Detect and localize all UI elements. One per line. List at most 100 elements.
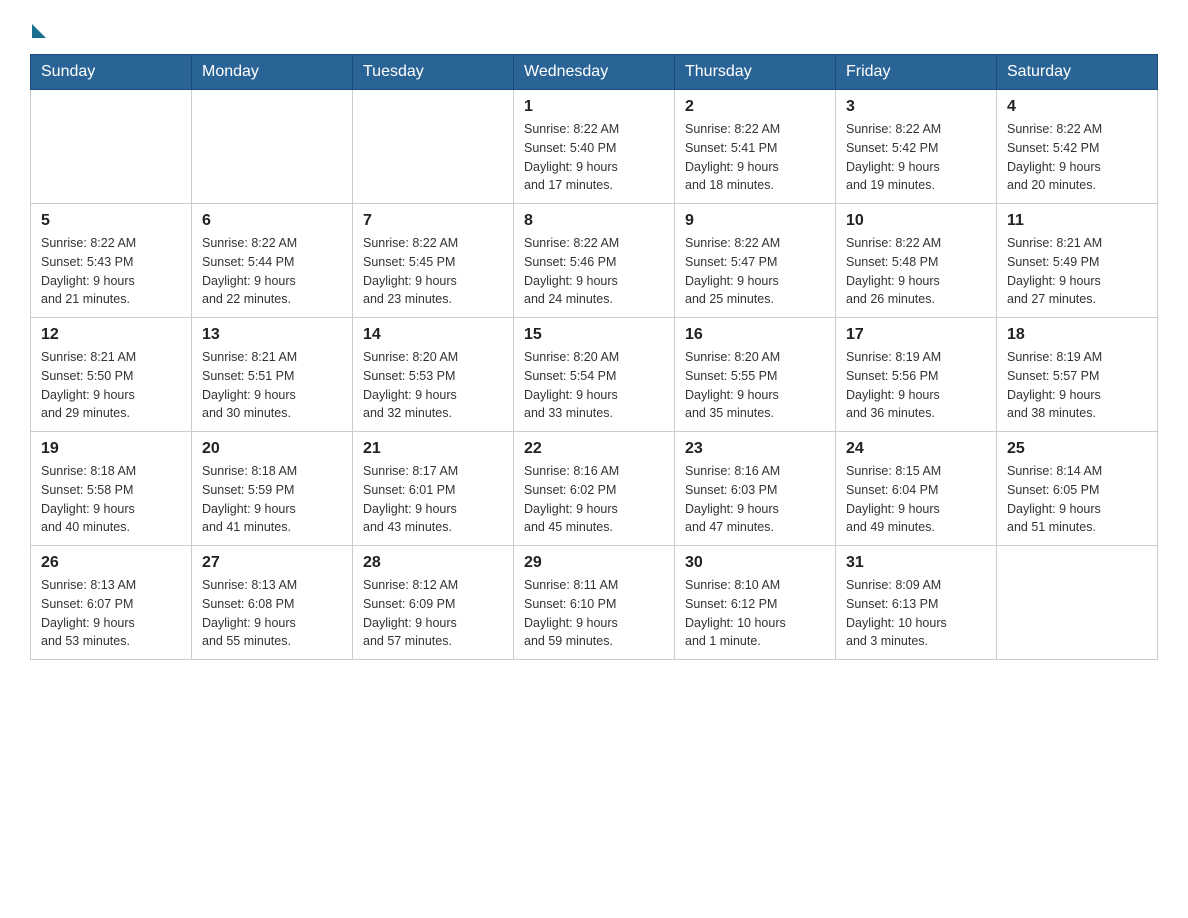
calendar-header-row: SundayMondayTuesdayWednesdayThursdayFrid… <box>31 55 1158 90</box>
calendar-cell: 19Sunrise: 8:18 AM Sunset: 5:58 PM Dayli… <box>31 432 192 546</box>
day-info: Sunrise: 8:22 AM Sunset: 5:45 PM Dayligh… <box>363 234 503 309</box>
calendar-cell: 11 Sunrise: 8:21 AM Sunset: 5:49 PM Dayli… <box>997 204 1158 318</box>
calendar-cell <box>353 90 514 204</box>
day-info: Sunrise: 8:18 AM Sunset: 5:59 PM Dayligh… <box>202 462 342 537</box>
day-number: 18 <box>1007 326 1147 344</box>
day-number: 3 <box>846 98 986 116</box>
day-number: 7 <box>363 212 503 230</box>
page-header <box>30 20 1158 34</box>
day-info: Sunrise: 8:13 AM Sunset: 6:07 PM Dayligh… <box>41 576 181 651</box>
calendar-cell: 23 Sunrise: 8:16 AM Sunset: 6:03 PM Dayli… <box>675 432 836 546</box>
weekday-header-tuesday: Tuesday <box>353 55 514 90</box>
day-info: Sunrise: 8:21 AM Sunset: 5:51 PM Dayligh… <box>202 348 342 423</box>
day-info: Sunrise: 8:19 AM Sunset: 5:56 PM Dayligh… <box>846 348 986 423</box>
day-number: 10 <box>846 212 986 230</box>
calendar-table: SundayMondayTuesdayWednesdayThursdayFrid… <box>30 54 1158 660</box>
day-info: Sunrise: 8:22 AM Sunset: 5:44 PM Dayligh… <box>202 234 342 309</box>
day-number: 14 <box>363 326 503 344</box>
weekday-header-friday: Friday <box>836 55 997 90</box>
day-info: Sunrise: 8:16 AM Sunset: 6:02 PM Dayligh… <box>524 462 664 537</box>
calendar-cell: 12Sunrise: 8:21 AM Sunset: 5:50 PM Dayli… <box>31 318 192 432</box>
calendar-cell: 16 Sunrise: 8:20 AM Sunset: 5:55 PM Dayli… <box>675 318 836 432</box>
day-number: 28 <box>363 554 503 572</box>
day-info: Sunrise: 8:11 AM Sunset: 6:10 PM Dayligh… <box>524 576 664 651</box>
calendar-cell: 14 Sunrise: 8:20 AM Sunset: 5:53 PM Dayli… <box>353 318 514 432</box>
day-number: 20 <box>202 440 342 458</box>
calendar-cell: 20 Sunrise: 8:18 AM Sunset: 5:59 PM Dayli… <box>192 432 353 546</box>
calendar-week-row: 1Sunrise: 8:22 AM Sunset: 5:40 PM Daylig… <box>31 90 1158 204</box>
day-info: Sunrise: 8:22 AM Sunset: 5:42 PM Dayligh… <box>846 120 986 195</box>
calendar-cell: 8 Sunrise: 8:22 AM Sunset: 5:46 PM Daylig… <box>514 204 675 318</box>
weekday-header-sunday: Sunday <box>31 55 192 90</box>
calendar-cell: 21 Sunrise: 8:17 AM Sunset: 6:01 PM Dayli… <box>353 432 514 546</box>
calendar-cell: 26 Sunrise: 8:13 AM Sunset: 6:07 PM Dayli… <box>31 546 192 660</box>
calendar-cell: 3 Sunrise: 8:22 AM Sunset: 5:42 PM Daylig… <box>836 90 997 204</box>
day-info: Sunrise: 8:17 AM Sunset: 6:01 PM Dayligh… <box>363 462 503 537</box>
calendar-cell <box>31 90 192 204</box>
day-number: 22 <box>524 440 664 458</box>
calendar-cell: 30 Sunrise: 8:10 AM Sunset: 6:12 PM Dayli… <box>675 546 836 660</box>
weekday-header-thursday: Thursday <box>675 55 836 90</box>
day-info: Sunrise: 8:21 AM Sunset: 5:49 PM Dayligh… <box>1007 234 1147 309</box>
calendar-cell: 27 Sunrise: 8:13 AM Sunset: 6:08 PM Dayli… <box>192 546 353 660</box>
calendar-cell: 29Sunrise: 8:11 AM Sunset: 6:10 PM Dayli… <box>514 546 675 660</box>
calendar-cell <box>192 90 353 204</box>
calendar-cell: 18 Sunrise: 8:19 AM Sunset: 5:57 PM Dayli… <box>997 318 1158 432</box>
day-info: Sunrise: 8:19 AM Sunset: 5:57 PM Dayligh… <box>1007 348 1147 423</box>
calendar-cell: 1Sunrise: 8:22 AM Sunset: 5:40 PM Daylig… <box>514 90 675 204</box>
day-number: 19 <box>41 440 181 458</box>
calendar-cell: 5 Sunrise: 8:22 AM Sunset: 5:43 PM Daylig… <box>31 204 192 318</box>
logo-arrow-icon <box>32 24 46 38</box>
day-info: Sunrise: 8:10 AM Sunset: 6:12 PM Dayligh… <box>685 576 825 651</box>
day-number: 6 <box>202 212 342 230</box>
calendar-cell: 25 Sunrise: 8:14 AM Sunset: 6:05 PM Dayli… <box>997 432 1158 546</box>
day-info: Sunrise: 8:12 AM Sunset: 6:09 PM Dayligh… <box>363 576 503 651</box>
weekday-header-wednesday: Wednesday <box>514 55 675 90</box>
calendar-cell: 4 Sunrise: 8:22 AM Sunset: 5:42 PM Daylig… <box>997 90 1158 204</box>
calendar-week-row: 5 Sunrise: 8:22 AM Sunset: 5:43 PM Daylig… <box>31 204 1158 318</box>
day-number: 9 <box>685 212 825 230</box>
calendar-cell: 10 Sunrise: 8:22 AM Sunset: 5:48 PM Dayli… <box>836 204 997 318</box>
logo <box>30 20 46 34</box>
calendar-cell: 2Sunrise: 8:22 AM Sunset: 5:41 PM Daylig… <box>675 90 836 204</box>
day-number: 27 <box>202 554 342 572</box>
calendar-cell: 24Sunrise: 8:15 AM Sunset: 6:04 PM Dayli… <box>836 432 997 546</box>
day-info: Sunrise: 8:09 AM Sunset: 6:13 PM Dayligh… <box>846 576 986 651</box>
calendar-week-row: 26 Sunrise: 8:13 AM Sunset: 6:07 PM Dayli… <box>31 546 1158 660</box>
day-number: 16 <box>685 326 825 344</box>
calendar-cell: 22 Sunrise: 8:16 AM Sunset: 6:02 PM Dayli… <box>514 432 675 546</box>
day-number: 12 <box>41 326 181 344</box>
day-number: 1 <box>524 98 664 116</box>
day-info: Sunrise: 8:22 AM Sunset: 5:46 PM Dayligh… <box>524 234 664 309</box>
calendar-week-row: 19Sunrise: 8:18 AM Sunset: 5:58 PM Dayli… <box>31 432 1158 546</box>
day-info: Sunrise: 8:20 AM Sunset: 5:55 PM Dayligh… <box>685 348 825 423</box>
day-info: Sunrise: 8:15 AM Sunset: 6:04 PM Dayligh… <box>846 462 986 537</box>
day-number: 2 <box>685 98 825 116</box>
day-number: 4 <box>1007 98 1147 116</box>
day-number: 26 <box>41 554 181 572</box>
day-number: 23 <box>685 440 825 458</box>
day-info: Sunrise: 8:13 AM Sunset: 6:08 PM Dayligh… <box>202 576 342 651</box>
day-info: Sunrise: 8:22 AM Sunset: 5:42 PM Dayligh… <box>1007 120 1147 195</box>
calendar-cell: 31 Sunrise: 8:09 AM Sunset: 6:13 PM Dayli… <box>836 546 997 660</box>
day-number: 21 <box>363 440 503 458</box>
calendar-cell: 17Sunrise: 8:19 AM Sunset: 5:56 PM Dayli… <box>836 318 997 432</box>
day-number: 31 <box>846 554 986 572</box>
day-number: 25 <box>1007 440 1147 458</box>
day-number: 13 <box>202 326 342 344</box>
day-number: 11 <box>1007 212 1147 230</box>
day-number: 15 <box>524 326 664 344</box>
day-info: Sunrise: 8:22 AM Sunset: 5:43 PM Dayligh… <box>41 234 181 309</box>
day-info: Sunrise: 8:20 AM Sunset: 5:54 PM Dayligh… <box>524 348 664 423</box>
weekday-header-monday: Monday <box>192 55 353 90</box>
day-info: Sunrise: 8:14 AM Sunset: 6:05 PM Dayligh… <box>1007 462 1147 537</box>
calendar-cell: 7 Sunrise: 8:22 AM Sunset: 5:45 PM Daylig… <box>353 204 514 318</box>
calendar-cell: 13 Sunrise: 8:21 AM Sunset: 5:51 PM Dayli… <box>192 318 353 432</box>
day-number: 8 <box>524 212 664 230</box>
calendar-cell: 28 Sunrise: 8:12 AM Sunset: 6:09 PM Dayli… <box>353 546 514 660</box>
day-number: 5 <box>41 212 181 230</box>
day-number: 30 <box>685 554 825 572</box>
day-info: Sunrise: 8:16 AM Sunset: 6:03 PM Dayligh… <box>685 462 825 537</box>
day-info: Sunrise: 8:20 AM Sunset: 5:53 PM Dayligh… <box>363 348 503 423</box>
day-info: Sunrise: 8:22 AM Sunset: 5:48 PM Dayligh… <box>846 234 986 309</box>
